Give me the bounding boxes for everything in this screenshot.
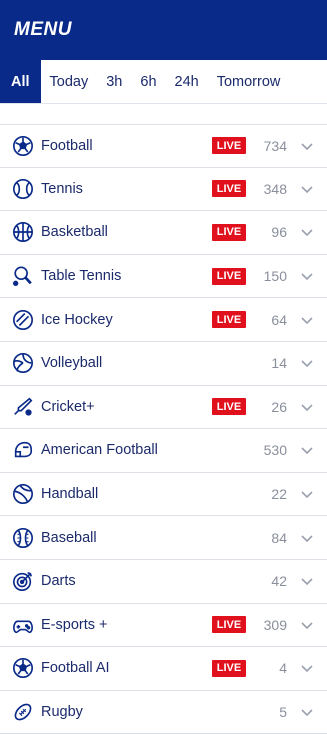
sport-row-rugby[interactable]: Rugby 5 xyxy=(0,691,327,734)
chevron-down-icon[interactable] xyxy=(299,660,315,676)
chevron-down-icon[interactable] xyxy=(299,617,315,633)
sport-row-baseball[interactable]: Baseball 84 xyxy=(0,516,327,560)
sport-row-football[interactable]: Football LIVE 734 xyxy=(0,124,327,168)
sport-row-handball[interactable]: Handball 22 xyxy=(0,473,327,517)
sport-row-cricket[interactable]: Cricket+ LIVE 26 xyxy=(0,386,327,430)
sport-row-table-tennis[interactable]: Table Tennis LIVE 150 xyxy=(0,255,327,299)
event-count: 22 xyxy=(271,486,287,503)
event-count: 309 xyxy=(263,616,287,633)
sport-row-basketball[interactable]: Basketball LIVE 96 xyxy=(0,211,327,255)
chevron-down-icon[interactable] xyxy=(299,355,315,371)
tab-24h[interactable]: 24h xyxy=(166,60,208,103)
live-badge: LIVE xyxy=(212,267,246,285)
live-badge: LIVE xyxy=(212,398,246,416)
cricket-icon xyxy=(12,396,34,418)
rugby-icon xyxy=(12,701,34,723)
chevron-down-icon[interactable] xyxy=(299,399,315,415)
chevron-down-icon[interactable] xyxy=(299,573,315,589)
football-icon xyxy=(12,657,34,679)
event-count: 530 xyxy=(263,442,287,459)
darts-icon xyxy=(12,570,34,592)
sport-row-american-football[interactable]: American Football 530 xyxy=(0,429,327,473)
menu-header: MENU xyxy=(0,0,327,60)
sports-list: Football LIVE 734 Tennis LIVE 348 Basketball LI… xyxy=(0,124,327,734)
live-badge: LIVE xyxy=(212,659,246,677)
chevron-down-icon[interactable] xyxy=(299,138,315,154)
sport-row-tennis[interactable]: Tennis LIVE 348 xyxy=(0,168,327,212)
event-count: 150 xyxy=(263,268,287,285)
sport-row-darts[interactable]: Darts 42 xyxy=(0,560,327,604)
chevron-down-icon[interactable] xyxy=(299,442,315,458)
esports-icon xyxy=(12,614,34,636)
sport-row-ice-hockey[interactable]: Ice Hockey LIVE 64 xyxy=(0,298,327,342)
live-badge: LIVE xyxy=(212,180,246,198)
event-count: 14 xyxy=(271,355,287,372)
event-count: 348 xyxy=(263,180,287,197)
chevron-down-icon[interactable] xyxy=(299,268,315,284)
table-tennis-icon xyxy=(12,265,34,287)
event-count: 734 xyxy=(263,137,287,154)
live-badge: LIVE xyxy=(212,137,246,155)
sport-row-football-ai[interactable]: Football AI LIVE 4 xyxy=(0,647,327,691)
event-count: 64 xyxy=(271,311,287,328)
live-badge: LIVE xyxy=(212,616,246,634)
time-filter-tabs: All Today 3h 6h 24h Tomorrow xyxy=(0,60,327,104)
baseball-icon xyxy=(12,527,34,549)
tab-today[interactable]: Today xyxy=(41,60,98,103)
event-count: 96 xyxy=(271,224,287,241)
football-icon xyxy=(12,135,34,157)
chevron-down-icon[interactable] xyxy=(299,530,315,546)
chevron-down-icon[interactable] xyxy=(299,181,315,197)
tab-3h[interactable]: 3h xyxy=(97,60,131,103)
live-badge: LIVE xyxy=(212,311,246,329)
tab-tomorrow[interactable]: Tomorrow xyxy=(208,60,290,103)
event-count: 4 xyxy=(279,660,287,677)
tab-all[interactable]: All xyxy=(0,60,41,103)
event-count: 84 xyxy=(271,529,287,546)
sport-row-e-sports[interactable]: E-sports + LIVE 309 xyxy=(0,604,327,648)
event-count: 42 xyxy=(271,573,287,590)
ice-hockey-icon xyxy=(12,309,34,331)
handball-icon xyxy=(12,483,34,505)
event-count: 5 xyxy=(279,704,287,721)
live-badge: LIVE xyxy=(212,223,246,241)
menu-title: MENU xyxy=(14,19,72,40)
event-count: 26 xyxy=(271,398,287,415)
basketball-icon xyxy=(12,221,34,243)
chevron-down-icon[interactable] xyxy=(299,224,315,240)
sport-row-volleyball[interactable]: Volleyball 14 xyxy=(0,342,327,386)
chevron-down-icon[interactable] xyxy=(299,312,315,328)
chevron-down-icon[interactable] xyxy=(299,704,315,720)
chevron-down-icon[interactable] xyxy=(299,486,315,502)
volleyball-icon xyxy=(12,352,34,374)
tennis-icon xyxy=(12,178,34,200)
tab-6h[interactable]: 6h xyxy=(131,60,165,103)
american-football-icon xyxy=(12,439,34,461)
